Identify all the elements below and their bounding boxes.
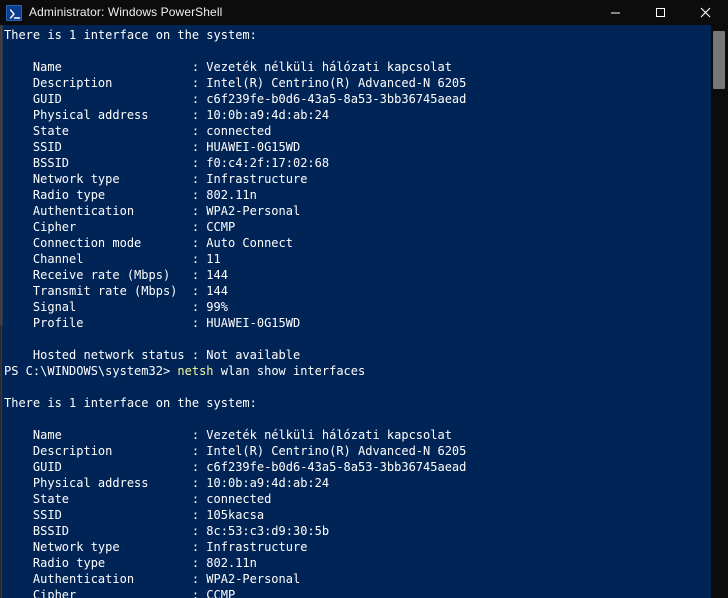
powershell-window: Administrator: Windows PowerShell There … — [0, 0, 728, 598]
console-area: There is 1 interface on the system: Name… — [0, 25, 728, 598]
vertical-scrollbar[interactable] — [711, 25, 728, 598]
window-title: Administrator: Windows PowerShell — [29, 5, 223, 19]
console-output: There is 1 interface on the system: Name… — [4, 28, 467, 598]
maximize-button[interactable] — [638, 0, 683, 25]
powershell-icon — [6, 4, 22, 21]
scrollbar-thumb[interactable] — [713, 31, 725, 89]
left-scrollbar-thumb[interactable] — [0, 25, 3, 325]
close-button[interactable] — [683, 0, 728, 25]
window-controls — [593, 0, 728, 25]
title-bar[interactable]: Administrator: Windows PowerShell — [0, 0, 728, 25]
scrollbar-track[interactable] — [711, 25, 728, 598]
minimize-button[interactable] — [593, 0, 638, 25]
console-screen[interactable]: There is 1 interface on the system: Name… — [4, 25, 711, 598]
